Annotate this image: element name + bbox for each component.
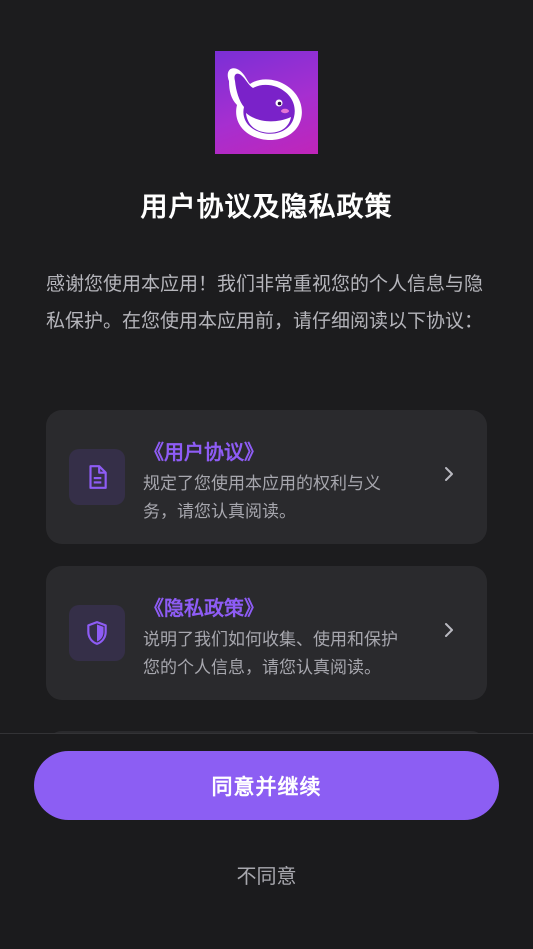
chevron-right-icon[interactable]: [439, 464, 459, 484]
shield-icon-container: [69, 605, 125, 661]
whale-logo-icon: [227, 68, 302, 141]
privacy-policy-description: 说明了我们如何收集、使用和保护您的个人信息，请您认真阅读。: [143, 630, 398, 678]
shield-icon: [87, 621, 107, 645]
user-agreement-card[interactable]: 《用户协议》 规定了您使用本应用的权利与义务，请您认真阅读。: [46, 410, 487, 544]
page-title: 用户协议及隐私政策: [140, 192, 393, 223]
user-agreement-title[interactable]: 《用户协议》: [144, 436, 264, 465]
disagree-button[interactable]: 不同意: [0, 860, 533, 889]
agree-continue-button[interactable]: 同意并继续: [34, 751, 499, 820]
privacy-policy-title[interactable]: 《隐私政策》: [144, 592, 264, 621]
document-icon: [89, 465, 107, 489]
chevron-right-icon[interactable]: [439, 620, 459, 640]
app-logo: [215, 51, 318, 154]
intro-text: 感谢您使用本应用！我们非常重视您的个人信息与隐私保护。在您使用本应用前，请仔细阅…: [46, 273, 484, 332]
document-icon-container: [69, 449, 125, 505]
privacy-policy-card[interactable]: 《隐私政策》 说明了我们如何收集、使用和保护您的个人信息，请您认真阅读。: [46, 566, 487, 700]
user-agreement-description: 规定了您使用本应用的权利与义务，请您认真阅读。: [143, 474, 381, 522]
bottom-action-bar: 同意并继续 不同意: [0, 733, 533, 949]
